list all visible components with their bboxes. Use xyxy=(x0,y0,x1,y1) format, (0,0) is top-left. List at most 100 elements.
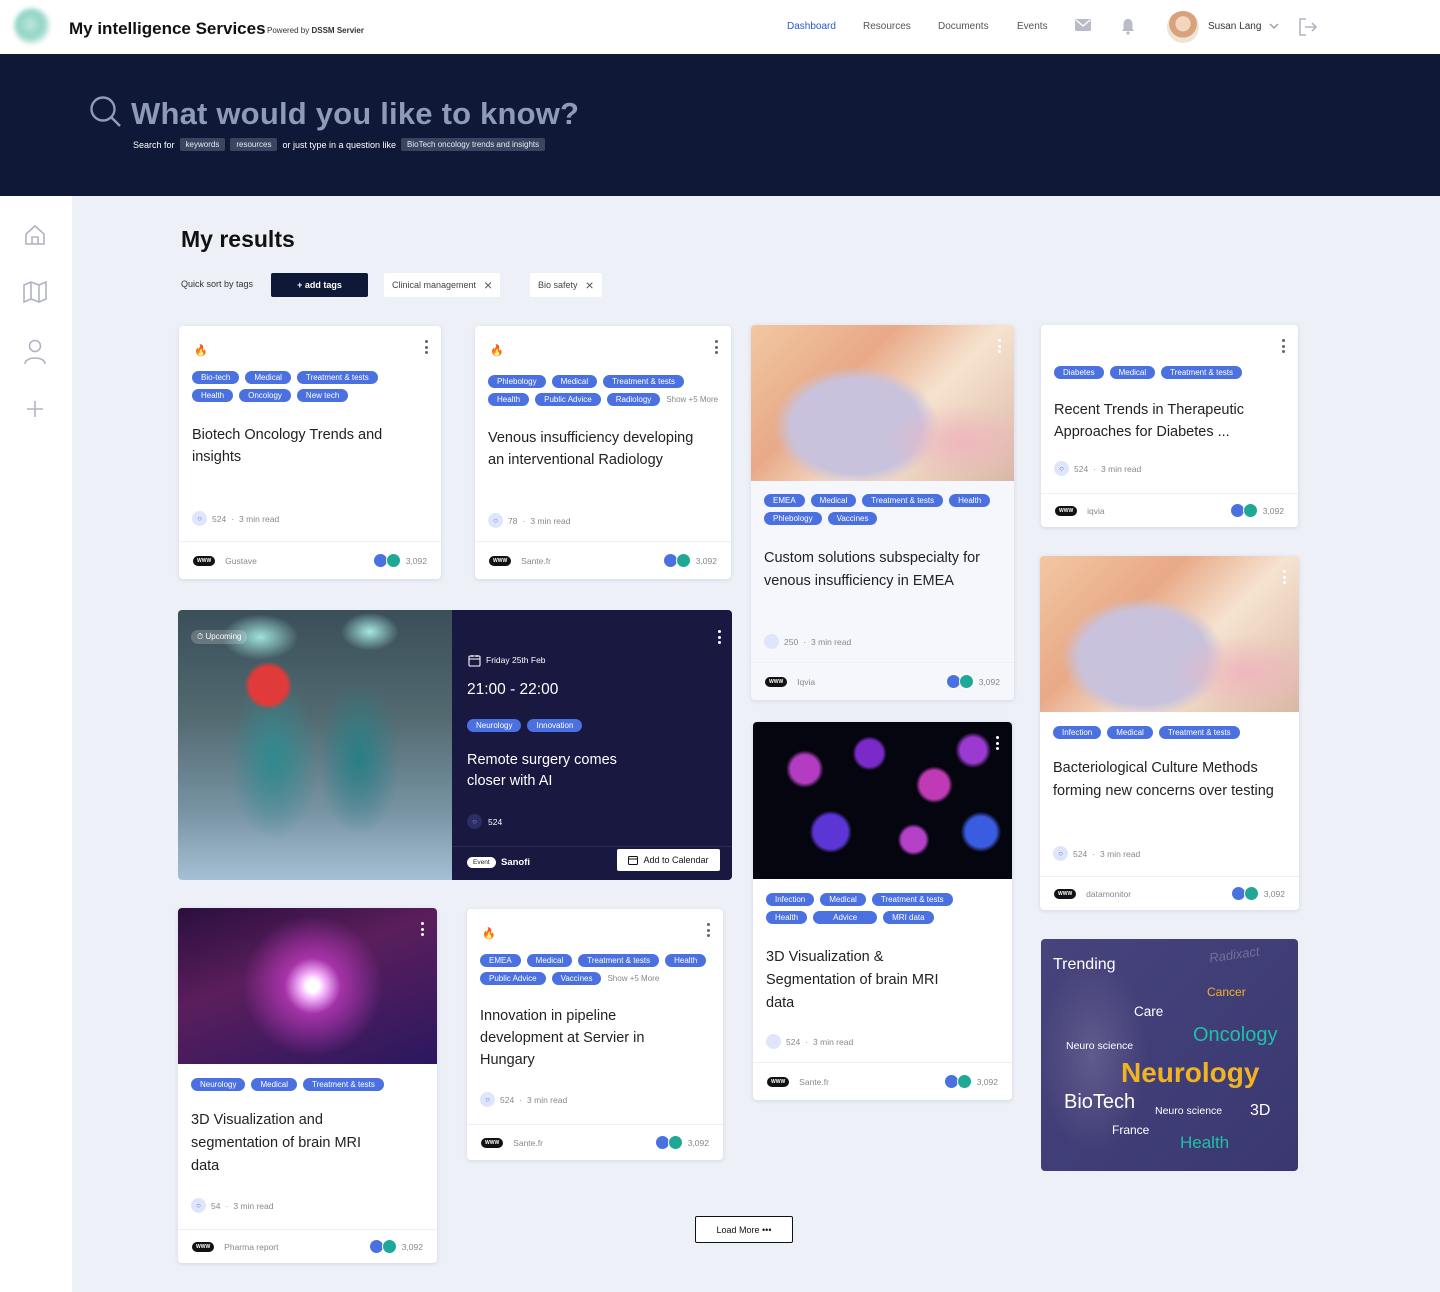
source-name[interactable]: Sante.fr xyxy=(799,1077,829,1087)
show-more-link[interactable]: Show +5 More xyxy=(607,974,659,983)
article-card[interactable]: 🔥 EMEA Medical Treatment & tests Health … xyxy=(467,909,723,1160)
nav-events[interactable]: Events xyxy=(1017,21,1048,32)
close-icon[interactable]: × xyxy=(586,278,594,292)
logout-icon[interactable] xyxy=(1298,17,1318,37)
tag[interactable]: EMEA xyxy=(764,494,805,507)
card-title[interactable]: Biotech Oncology Trends and insights xyxy=(192,424,422,468)
hint-chip-keywords[interactable]: keywords xyxy=(179,138,226,151)
tag[interactable]: Health xyxy=(949,494,991,507)
map-icon[interactable] xyxy=(23,281,47,303)
article-card[interactable]: Infection Medical Treatment & tests Bact… xyxy=(1040,556,1299,910)
add-to-calendar-button[interactable]: Add to Calendar xyxy=(617,849,720,871)
tag[interactable]: Phlebology xyxy=(764,512,822,525)
card-title[interactable]: Custom solutions subspecialty for venous… xyxy=(764,547,984,593)
tag[interactable]: Medical xyxy=(245,371,291,384)
nav-resources[interactable]: Resources xyxy=(863,21,911,32)
tag[interactable]: Innovation xyxy=(527,719,583,732)
tag[interactable]: Radiology xyxy=(606,393,661,406)
tag[interactable]: Neurology xyxy=(467,719,522,732)
more-options-icon[interactable] xyxy=(718,630,722,644)
tag[interactable]: Bio-tech xyxy=(192,371,240,384)
tag[interactable]: Public Advice xyxy=(480,972,546,985)
article-card[interactable]: Diabetes Medical Treatment & tests Recen… xyxy=(1041,325,1298,527)
tag[interactable]: Medical xyxy=(551,375,598,388)
tag[interactable]: Health xyxy=(192,389,234,402)
nav-dashboard[interactable]: Dashboard xyxy=(787,21,836,32)
trending-card[interactable]: Radixact Trending Cancer Care Oncology N… xyxy=(1041,939,1298,1171)
card-title[interactable]: Bacteriological Culture Methods forming … xyxy=(1053,757,1283,803)
user-avatar[interactable] xyxy=(1167,11,1199,43)
tag[interactable]: Treatment & tests xyxy=(578,954,660,967)
search-icon[interactable] xyxy=(89,95,123,129)
source-name[interactable]: iqvia xyxy=(1087,506,1104,516)
tag[interactable]: New tech xyxy=(296,389,349,402)
trending-word[interactable]: Neuro science xyxy=(1066,1040,1133,1052)
logo[interactable] xyxy=(14,8,50,44)
home-icon[interactable] xyxy=(24,224,46,246)
tag[interactable]: Treatment & tests xyxy=(1158,726,1240,739)
card-title[interactable]: 3D Visualization & Segmentation of brain… xyxy=(766,946,956,1015)
trending-word[interactable]: Cancer xyxy=(1207,985,1246,999)
mail-icon[interactable] xyxy=(1075,19,1091,31)
tag[interactable]: Public Advice xyxy=(535,393,601,406)
event-card[interactable]: ⏱ Upcoming Friday 25th Feb 21:00 - 22:00… xyxy=(178,610,732,880)
trending-word[interactable]: France xyxy=(1112,1123,1149,1137)
tag[interactable]: Vaccines xyxy=(827,512,878,525)
article-card[interactable]: Neurology Medical Treatment & tests 3D V… xyxy=(178,908,437,1263)
tag[interactable]: Infection xyxy=(766,893,815,906)
tag[interactable]: Treatment & tests xyxy=(871,893,953,906)
user-name[interactable]: Susan Lang xyxy=(1208,21,1261,32)
card-title[interactable]: Recent Trends in Therapeutic Approaches … xyxy=(1054,399,1279,443)
load-more-button[interactable]: Load More ••• xyxy=(695,1216,793,1243)
trending-word[interactable]: Neurology xyxy=(1121,1057,1259,1089)
close-icon[interactable]: × xyxy=(484,278,492,292)
trending-word[interactable]: Health xyxy=(1180,1133,1229,1153)
tag[interactable]: Oncology xyxy=(239,389,291,402)
article-card[interactable]: 🔥 Phlebology Medical Treatment & tests H… xyxy=(475,326,731,579)
more-options-icon[interactable] xyxy=(425,340,429,354)
tag[interactable]: Infection xyxy=(1053,726,1102,739)
more-options-icon[interactable] xyxy=(707,923,711,937)
filter-chip[interactable]: Bio safety × xyxy=(530,273,602,297)
plus-icon[interactable] xyxy=(26,400,44,418)
tag[interactable]: Diabetes xyxy=(1054,366,1104,379)
tag[interactable]: Medical xyxy=(1109,366,1156,379)
trending-word[interactable]: BioTech xyxy=(1064,1091,1135,1114)
more-options-icon[interactable] xyxy=(1282,339,1286,353)
tag[interactable]: Medical xyxy=(526,954,573,967)
source-name[interactable]: Iqvia xyxy=(797,677,815,687)
organizer-name[interactable]: Sanofi xyxy=(501,857,530,868)
tag[interactable]: Medical xyxy=(1107,726,1153,739)
tag[interactable]: Health xyxy=(665,954,707,967)
more-options-icon[interactable] xyxy=(715,340,719,354)
source-name[interactable]: Sante.fr xyxy=(513,1138,543,1148)
article-card[interactable]: Infection Medical Treatment & tests Heal… xyxy=(753,722,1012,1100)
tag[interactable]: Treatment & tests xyxy=(1161,366,1242,379)
add-tags-button[interactable]: + add tags xyxy=(271,273,368,297)
show-more-link[interactable]: Show +5 More xyxy=(666,395,718,404)
source-name[interactable]: datamonitor xyxy=(1086,889,1131,899)
trending-word[interactable]: Oncology xyxy=(1193,1024,1278,1047)
card-title[interactable]: Venous insufficiency developing an inter… xyxy=(488,427,698,471)
filter-chip[interactable]: Clinical management × xyxy=(384,273,501,297)
tag[interactable]: Treatment & tests xyxy=(603,375,685,388)
card-title[interactable]: Innovation in pipeline development at Se… xyxy=(480,1005,655,1071)
hint-chip-example[interactable]: BioTech oncology trends and insights xyxy=(401,138,546,151)
tag[interactable]: Advice xyxy=(813,911,878,924)
tag[interactable]: Health xyxy=(488,393,530,406)
tag[interactable]: Medical xyxy=(820,893,866,906)
tag[interactable]: Treatment & tests xyxy=(862,494,944,507)
source-name[interactable]: Pharma report xyxy=(224,1242,278,1252)
trending-word[interactable]: 3D xyxy=(1250,1102,1270,1120)
hint-chip-resources[interactable]: resources xyxy=(230,138,278,151)
tag[interactable]: Treatment & tests xyxy=(296,371,378,384)
more-options-icon[interactable] xyxy=(996,736,1000,750)
tag[interactable]: MRI data xyxy=(883,911,934,924)
trending-word[interactable]: Neuro science xyxy=(1155,1105,1222,1117)
tag[interactable]: Vaccines xyxy=(551,972,602,985)
card-title[interactable]: 3D Visualization and segmentation of bra… xyxy=(191,1109,391,1178)
tag[interactable]: EMEA xyxy=(480,954,521,967)
tag[interactable]: Health xyxy=(766,911,808,924)
source-name[interactable]: Gustave xyxy=(225,556,257,566)
more-options-icon[interactable] xyxy=(1283,570,1287,584)
